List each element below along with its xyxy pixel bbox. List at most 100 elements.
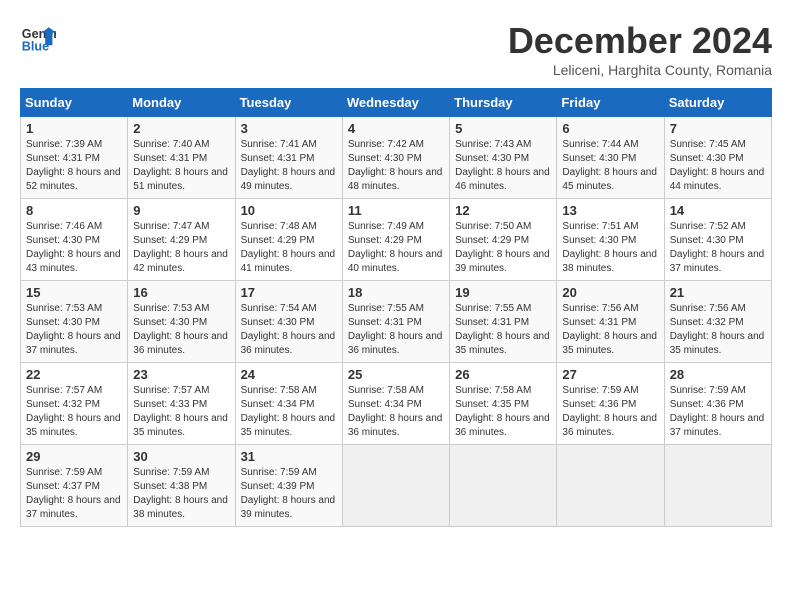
calendar-cell: 6 Sunrise: 7:44 AM Sunset: 4:30 PM Dayli…	[557, 117, 664, 199]
calendar-cell: 29 Sunrise: 7:59 AM Sunset: 4:37 PM Dayl…	[21, 445, 128, 527]
calendar-header-row: SundayMondayTuesdayWednesdayThursdayFrid…	[21, 89, 772, 117]
day-detail: Sunrise: 7:50 AM Sunset: 4:29 PM Dayligh…	[455, 220, 551, 276]
calendar-cell: 16 Sunrise: 7:53 AM Sunset: 4:30 PM Dayl…	[128, 281, 235, 363]
day-number: 3	[241, 121, 337, 136]
day-number: 31	[241, 449, 337, 464]
day-detail: Sunrise: 7:39 AM Sunset: 4:31 PM Dayligh…	[26, 138, 122, 194]
calendar-cell: 21 Sunrise: 7:56 AM Sunset: 4:32 PM Dayl…	[664, 281, 771, 363]
calendar-cell: 31 Sunrise: 7:59 AM Sunset: 4:39 PM Dayl…	[235, 445, 342, 527]
day-detail: Sunrise: 7:49 AM Sunset: 4:29 PM Dayligh…	[348, 220, 444, 276]
day-number: 12	[455, 203, 551, 218]
calendar-cell: 19 Sunrise: 7:55 AM Sunset: 4:31 PM Dayl…	[450, 281, 557, 363]
day-number: 2	[133, 121, 229, 136]
day-number: 8	[26, 203, 122, 218]
day-number: 5	[455, 121, 551, 136]
day-number: 17	[241, 285, 337, 300]
calendar-cell: 20 Sunrise: 7:56 AM Sunset: 4:31 PM Dayl…	[557, 281, 664, 363]
column-header-thursday: Thursday	[450, 89, 557, 117]
day-detail: Sunrise: 7:58 AM Sunset: 4:35 PM Dayligh…	[455, 384, 551, 440]
week-row-5: 29 Sunrise: 7:59 AM Sunset: 4:37 PM Dayl…	[21, 445, 772, 527]
day-detail: Sunrise: 7:59 AM Sunset: 4:36 PM Dayligh…	[670, 384, 766, 440]
day-number: 7	[670, 121, 766, 136]
day-number: 13	[562, 203, 658, 218]
title-block: December 2024 Leliceni, Harghita County,…	[508, 20, 772, 78]
day-number: 11	[348, 203, 444, 218]
day-detail: Sunrise: 7:56 AM Sunset: 4:32 PM Dayligh…	[670, 302, 766, 358]
day-number: 4	[348, 121, 444, 136]
logo-icon: General Blue	[20, 20, 56, 56]
day-detail: Sunrise: 7:48 AM Sunset: 4:29 PM Dayligh…	[241, 220, 337, 276]
column-header-friday: Friday	[557, 89, 664, 117]
calendar-cell: 10 Sunrise: 7:48 AM Sunset: 4:29 PM Dayl…	[235, 199, 342, 281]
day-number: 24	[241, 367, 337, 382]
column-header-sunday: Sunday	[21, 89, 128, 117]
day-detail: Sunrise: 7:47 AM Sunset: 4:29 PM Dayligh…	[133, 220, 229, 276]
calendar-cell: 24 Sunrise: 7:58 AM Sunset: 4:34 PM Dayl…	[235, 363, 342, 445]
calendar-cell: 28 Sunrise: 7:59 AM Sunset: 4:36 PM Dayl…	[664, 363, 771, 445]
day-detail: Sunrise: 7:51 AM Sunset: 4:30 PM Dayligh…	[562, 220, 658, 276]
calendar-body: 1 Sunrise: 7:39 AM Sunset: 4:31 PM Dayli…	[21, 117, 772, 527]
calendar-table: SundayMondayTuesdayWednesdayThursdayFrid…	[20, 88, 772, 527]
day-detail: Sunrise: 7:40 AM Sunset: 4:31 PM Dayligh…	[133, 138, 229, 194]
day-detail: Sunrise: 7:59 AM Sunset: 4:38 PM Dayligh…	[133, 466, 229, 522]
day-detail: Sunrise: 7:44 AM Sunset: 4:30 PM Dayligh…	[562, 138, 658, 194]
calendar-cell	[450, 445, 557, 527]
calendar-cell: 1 Sunrise: 7:39 AM Sunset: 4:31 PM Dayli…	[21, 117, 128, 199]
week-row-4: 22 Sunrise: 7:57 AM Sunset: 4:32 PM Dayl…	[21, 363, 772, 445]
calendar-cell	[342, 445, 449, 527]
calendar-cell: 12 Sunrise: 7:50 AM Sunset: 4:29 PM Dayl…	[450, 199, 557, 281]
calendar-cell: 26 Sunrise: 7:58 AM Sunset: 4:35 PM Dayl…	[450, 363, 557, 445]
day-detail: Sunrise: 7:45 AM Sunset: 4:30 PM Dayligh…	[670, 138, 766, 194]
calendar-cell: 4 Sunrise: 7:42 AM Sunset: 4:30 PM Dayli…	[342, 117, 449, 199]
day-number: 21	[670, 285, 766, 300]
day-detail: Sunrise: 7:43 AM Sunset: 4:30 PM Dayligh…	[455, 138, 551, 194]
page-header: General Blue December 2024 Leliceni, Har…	[20, 20, 772, 78]
calendar-cell: 25 Sunrise: 7:58 AM Sunset: 4:34 PM Dayl…	[342, 363, 449, 445]
week-row-1: 1 Sunrise: 7:39 AM Sunset: 4:31 PM Dayli…	[21, 117, 772, 199]
calendar-cell	[664, 445, 771, 527]
day-number: 6	[562, 121, 658, 136]
calendar-cell: 3 Sunrise: 7:41 AM Sunset: 4:31 PM Dayli…	[235, 117, 342, 199]
day-number: 28	[670, 367, 766, 382]
calendar-cell: 22 Sunrise: 7:57 AM Sunset: 4:32 PM Dayl…	[21, 363, 128, 445]
day-number: 26	[455, 367, 551, 382]
day-detail: Sunrise: 7:46 AM Sunset: 4:30 PM Dayligh…	[26, 220, 122, 276]
day-detail: Sunrise: 7:59 AM Sunset: 4:39 PM Dayligh…	[241, 466, 337, 522]
column-header-saturday: Saturday	[664, 89, 771, 117]
calendar-cell: 23 Sunrise: 7:57 AM Sunset: 4:33 PM Dayl…	[128, 363, 235, 445]
calendar-title: December 2024	[508, 20, 772, 62]
calendar-cell: 27 Sunrise: 7:59 AM Sunset: 4:36 PM Dayl…	[557, 363, 664, 445]
day-number: 19	[455, 285, 551, 300]
calendar-cell: 15 Sunrise: 7:53 AM Sunset: 4:30 PM Dayl…	[21, 281, 128, 363]
day-detail: Sunrise: 7:41 AM Sunset: 4:31 PM Dayligh…	[241, 138, 337, 194]
day-number: 15	[26, 285, 122, 300]
calendar-cell: 9 Sunrise: 7:47 AM Sunset: 4:29 PM Dayli…	[128, 199, 235, 281]
calendar-cell: 5 Sunrise: 7:43 AM Sunset: 4:30 PM Dayli…	[450, 117, 557, 199]
calendar-subtitle: Leliceni, Harghita County, Romania	[508, 62, 772, 78]
calendar-cell: 8 Sunrise: 7:46 AM Sunset: 4:30 PM Dayli…	[21, 199, 128, 281]
svg-text:Blue: Blue	[22, 40, 49, 54]
day-number: 25	[348, 367, 444, 382]
day-number: 20	[562, 285, 658, 300]
calendar-cell: 13 Sunrise: 7:51 AM Sunset: 4:30 PM Dayl…	[557, 199, 664, 281]
day-number: 9	[133, 203, 229, 218]
day-number: 14	[670, 203, 766, 218]
calendar-cell: 30 Sunrise: 7:59 AM Sunset: 4:38 PM Dayl…	[128, 445, 235, 527]
day-number: 22	[26, 367, 122, 382]
day-detail: Sunrise: 7:58 AM Sunset: 4:34 PM Dayligh…	[348, 384, 444, 440]
calendar-cell	[557, 445, 664, 527]
day-detail: Sunrise: 7:58 AM Sunset: 4:34 PM Dayligh…	[241, 384, 337, 440]
day-detail: Sunrise: 7:54 AM Sunset: 4:30 PM Dayligh…	[241, 302, 337, 358]
calendar-cell: 14 Sunrise: 7:52 AM Sunset: 4:30 PM Dayl…	[664, 199, 771, 281]
day-number: 16	[133, 285, 229, 300]
logo: General Blue	[20, 20, 56, 56]
day-detail: Sunrise: 7:59 AM Sunset: 4:36 PM Dayligh…	[562, 384, 658, 440]
column-header-wednesday: Wednesday	[342, 89, 449, 117]
day-detail: Sunrise: 7:57 AM Sunset: 4:32 PM Dayligh…	[26, 384, 122, 440]
day-number: 18	[348, 285, 444, 300]
day-detail: Sunrise: 7:59 AM Sunset: 4:37 PM Dayligh…	[26, 466, 122, 522]
day-number: 10	[241, 203, 337, 218]
day-number: 30	[133, 449, 229, 464]
day-detail: Sunrise: 7:56 AM Sunset: 4:31 PM Dayligh…	[562, 302, 658, 358]
day-number: 23	[133, 367, 229, 382]
